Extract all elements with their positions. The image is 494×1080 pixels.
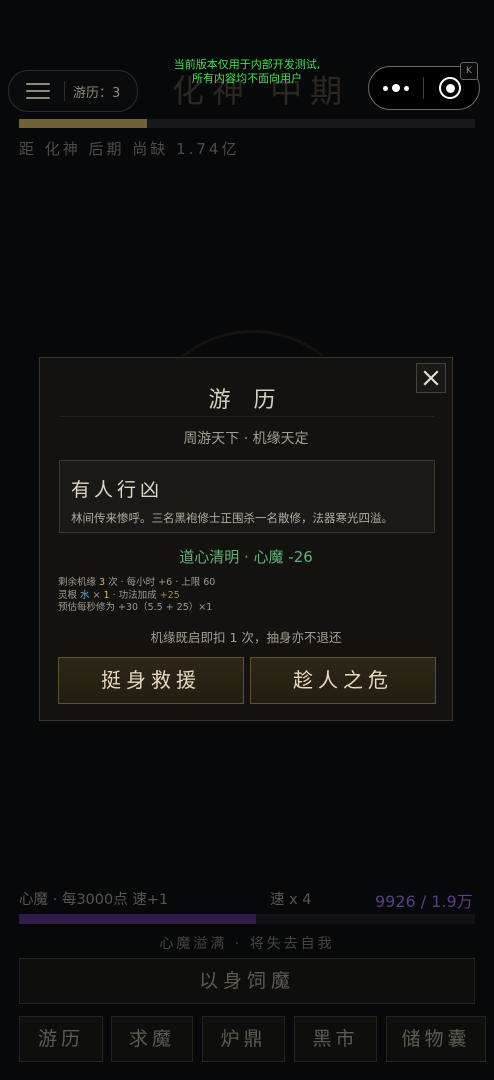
nav-journey-button[interactable]: 游历 [19, 1016, 103, 1062]
event-title: 有人行凶 [71, 479, 164, 501]
nav-black-market-button[interactable]: 黑市 [294, 1016, 377, 1062]
hint-text: 机缘既启即扣 1 次，抽身亦不退还 [150, 630, 342, 645]
stats-root-text: · 功法加成 [109, 589, 160, 601]
demon-label: 心魔 · 每3000点 速+1 [19, 892, 169, 908]
realm-progress-bar [19, 119, 475, 128]
stats-chances-suffix: 次 · 每小时 +6 · 上限 60 [105, 577, 216, 588]
demon-warning: 心魔溢满 · 将失去自我 [159, 936, 335, 952]
stats-root-element: 水 [80, 589, 90, 601]
demon-count: 9926 / 1.9万 [375, 892, 473, 911]
stats-root-mid: × [89, 589, 104, 601]
stats-root-bonus: +25 [159, 589, 180, 601]
stats-block: 剩余机缘 3 次 · 每小时 +6 · 上限 60 灵根 水 × 1 · 功法加… [58, 577, 215, 615]
nav-storage-bag-button[interactable]: 储物囊 [386, 1016, 486, 1062]
realm-progress-fill [19, 119, 147, 128]
feed-demon-button[interactable]: 以身饲魔 [19, 958, 475, 1004]
modal-divider [60, 416, 434, 417]
journey-modal: 游 历 周游天下 · 机缘天定 有人行凶 林间传来惨呼。三名黑袍修士正围杀一名散… [39, 357, 453, 721]
speed-label: 速 x 4 [270, 892, 312, 908]
stats-line-estimate: 预估每秒修为 +30（5.5 + 25）×1 [58, 602, 213, 613]
demon-row: 心魔 · 每3000点 速+1 速 x 4 9926 / 1.9万 [0, 888, 494, 911]
demon-progress-bar [19, 914, 475, 924]
nav-furnace-button[interactable]: 炉鼎 [202, 1016, 285, 1062]
stats-chances-prefix: 剩余机缘 [58, 577, 100, 588]
event-card: 有人行凶 林间传来惨呼。三名黑袍修士正围杀一名散修，法器寒光四溢。 [59, 460, 435, 533]
event-description: 林间传来惨呼。三名黑袍修士正围杀一名散修，法器寒光四溢。 [71, 511, 393, 525]
stats-line-chances: 剩余机缘 3 次 · 每小时 +6 · 上限 60 [58, 577, 215, 590]
realm-remaining-text: 距 化神 后期 尚缺 1.74亿 [19, 140, 240, 158]
stats-line-root: 灵根 水 × 1 · 功法加成 +25 [58, 590, 215, 603]
outcome-text: 道心清明 · 心魔 -26 [179, 548, 313, 566]
demon-progress-fill [19, 914, 257, 924]
corner-badge: K [460, 62, 478, 80]
close-miniprogram-icon[interactable] [439, 77, 461, 99]
nav-seek-demon-button[interactable]: 求魔 [111, 1016, 193, 1062]
exploit-button[interactable]: 趁人之危 [250, 657, 436, 704]
capsule-divider [423, 77, 424, 99]
modal-title: 游 历 [208, 388, 284, 413]
rescue-button[interactable]: 挺身救援 [58, 657, 244, 704]
modal-subtitle: 周游天下 · 机缘天定 [183, 431, 309, 447]
more-options-icon[interactable] [369, 84, 423, 92]
stats-root-prefix: 灵根 [58, 589, 81, 601]
